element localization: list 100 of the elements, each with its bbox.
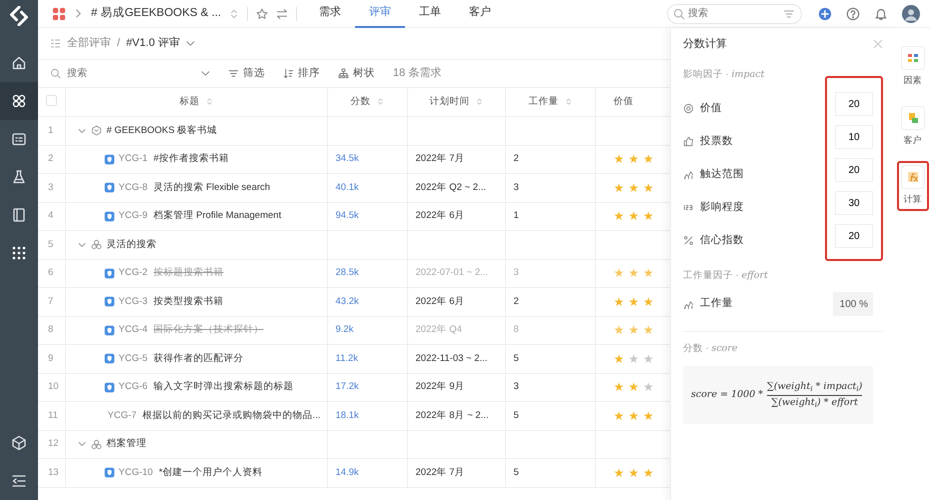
group-title[interactable]: 灵活的搜索 [106, 238, 156, 252]
plan-date: 2022年 7月 [416, 153, 465, 164]
score-value: 17.2k [336, 381, 359, 392]
column-header[interactable]: 价值 [614, 96, 634, 107]
rail-item[interactable]: 因素 [896, 42, 928, 92]
star-icon: ★ [643, 350, 654, 368]
effort-value: 3 [514, 182, 519, 193]
item-key: YCG-3 [118, 294, 148, 309]
item-title[interactable]: 按类型搜索书籍 [154, 294, 224, 309]
weight-field[interactable]: 20 [835, 224, 873, 248]
group-title[interactable]: # GEEKBOOKS 极客书城 [106, 124, 218, 138]
item-title[interactable]: 灵活的搜索 Flexible search [154, 180, 270, 195]
circles-icon [90, 438, 102, 450]
star-icon: ★ [643, 406, 654, 425]
star-icon: ★ [643, 321, 654, 340]
breadcrumb-current[interactable]: #V1.0 评审 [126, 35, 180, 52]
cube-icon[interactable] [11, 435, 27, 451]
shield-icon [104, 210, 114, 222]
chevron-down-icon[interactable] [201, 69, 210, 78]
score-value: 9.2k [336, 324, 354, 336]
shield-icon [104, 154, 114, 165]
home-icon [11, 55, 27, 71]
score-value: 11.2k [336, 352, 358, 364]
effort-value: 3 [514, 267, 519, 278]
star-icon: ★ [643, 150, 654, 168]
row-number: 10 [48, 381, 59, 392]
target-icon [683, 103, 694, 114]
score-value: 28.5k [336, 267, 359, 278]
chevron-right-icon [74, 9, 83, 18]
help-icon[interactable] [846, 6, 860, 20]
add-icon[interactable] [818, 6, 832, 20]
nav-tab[interactable]: 需求 [305, 0, 356, 28]
nav-tab[interactable]: 工单 [405, 0, 456, 28]
star-icon: ★ [643, 464, 654, 482]
effort-value: 1 [514, 210, 519, 222]
weight-field[interactable]: 10 [835, 125, 873, 150]
search-field[interactable]: 搜索 [667, 4, 802, 24]
sort-arrows-icon [564, 96, 572, 106]
effort-value: 5 [514, 410, 519, 421]
row-number: 7 [48, 296, 54, 307]
chevron-down-icon[interactable] [78, 440, 86, 448]
star-icon: ★ [643, 207, 654, 226]
project-logo-icon [52, 6, 66, 20]
thumbs-up-icon [683, 136, 694, 148]
item-title[interactable]: 档案管理 Profile Management [154, 209, 282, 224]
sidebar-item[interactable] [0, 82, 38, 120]
column-header[interactable]: 计划时间 [430, 96, 470, 107]
item-title[interactable]: 获得作者的匹配评分 [154, 352, 244, 366]
sort-button[interactable]: 排序 [283, 66, 320, 82]
row-number: 11 [48, 410, 58, 421]
item-key: YCG-6 [118, 380, 148, 394]
folder-list-icon [11, 131, 27, 147]
plan-date: 2022年 Q4 [416, 324, 462, 336]
panel-title: 分数计算 [683, 36, 727, 52]
star-icon: ★ [628, 378, 640, 396]
plan-date: 2022年 6月 [416, 296, 465, 307]
search-field[interactable]: 搜索 [65, 65, 145, 82]
star-icon[interactable] [256, 8, 268, 20]
select-all-checkbox[interactable] [46, 94, 57, 106]
flask-icon [11, 169, 27, 185]
rail-item[interactable]: 客户 [896, 102, 928, 151]
star-icon: ★ [643, 292, 654, 311]
item-title[interactable]: 输入文字时弹出搜索标题的标题 [154, 380, 294, 394]
swap-icon[interactable] [276, 8, 288, 20]
star-icon: ★ [628, 464, 640, 482]
star-icon: ★ [628, 321, 640, 340]
chevron-down-icon[interactable] [186, 39, 195, 48]
column-header[interactable]: 工作量 [528, 96, 558, 107]
item-title[interactable]: #按作者搜索书籍 [154, 152, 229, 166]
item-title[interactable]: 根据以前的购买记录或购物袋中的物品... [142, 408, 320, 423]
star-icon: ★ [628, 264, 640, 282]
score-value: 40.1k [336, 182, 359, 193]
bell-icon[interactable] [874, 6, 888, 20]
weight-field[interactable]: 20 [835, 92, 873, 116]
effort-value: 8 [514, 324, 519, 336]
group-title[interactable]: 档案管理 [106, 437, 146, 452]
chevron-down-icon[interactable] [78, 126, 86, 135]
nav-tab[interactable]: 评审 [355, 0, 406, 28]
switch-icon[interactable] [229, 8, 240, 20]
project-name[interactable]: # 易成GEEKBOOKS & ... [91, 4, 222, 22]
column-header[interactable]: 分数 [350, 96, 370, 107]
star-icon: ★ [643, 264, 654, 282]
rail-item[interactable]: 计算 [896, 161, 928, 210]
row-number: 13 [48, 466, 59, 478]
collapse-menu-icon[interactable] [11, 473, 27, 489]
breadcrumb-link[interactable]: 全部评审 [67, 35, 111, 52]
weight-field[interactable]: 30 [835, 191, 873, 216]
tree-view-button[interactable]: 树状 [338, 66, 375, 82]
avatar[interactable] [902, 4, 920, 22]
row-number: 3 [48, 182, 54, 193]
item-title[interactable]: *创建一个用户个人资料 [158, 466, 263, 480]
filter-button[interactable]: 筛选 [228, 66, 265, 82]
filter-icon[interactable] [783, 8, 795, 20]
nav-tab[interactable]: 客户 [455, 0, 506, 28]
weight-field[interactable]: 20 [835, 158, 873, 182]
column-header[interactable]: 标题 [180, 96, 200, 107]
score-value: 94.5k [336, 210, 359, 222]
sort-icon [283, 68, 294, 79]
formula-denominator: ∑(weight$_{i}$) * effort [771, 396, 858, 410]
chevron-down-icon[interactable] [78, 240, 86, 249]
